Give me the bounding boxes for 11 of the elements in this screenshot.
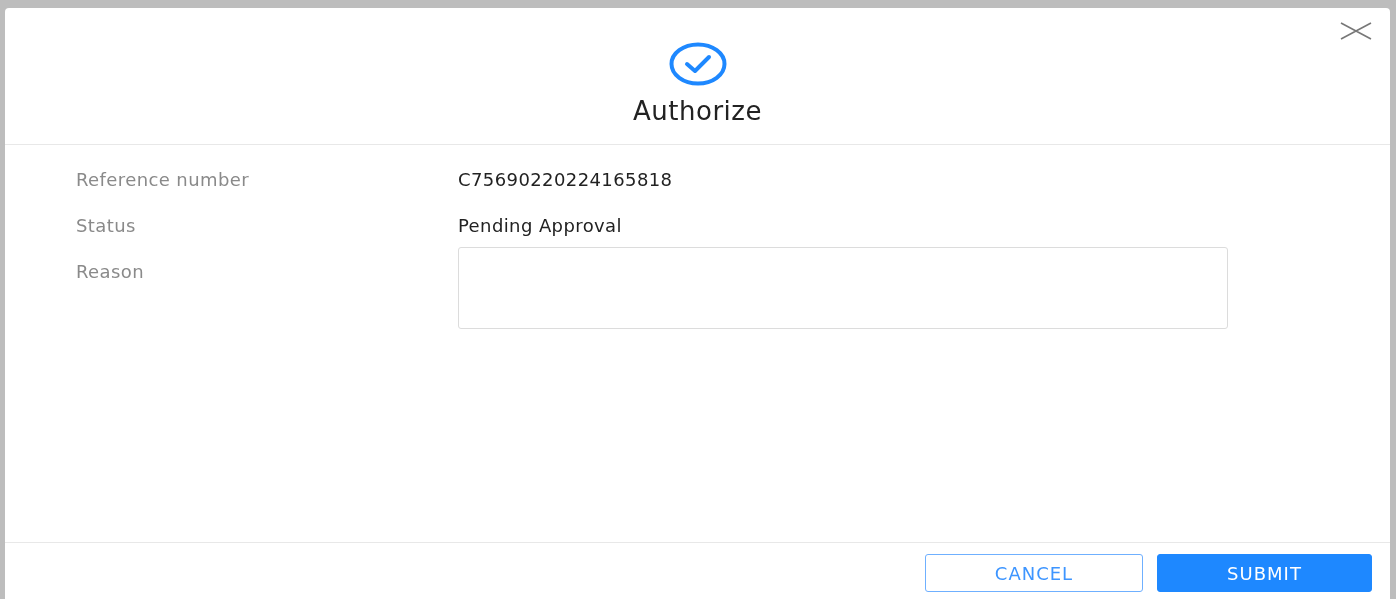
- cancel-button[interactable]: CANCEL: [925, 554, 1143, 592]
- field-value: Pending Approval: [458, 215, 622, 236]
- dialog-title: Authorize: [633, 96, 762, 126]
- field-label: Reason: [76, 261, 145, 282]
- field-label: Reference number: [76, 169, 250, 190]
- field-value: C75690220224165818: [458, 169, 673, 190]
- close-icon[interactable]: [1340, 22, 1372, 40]
- submit-button[interactable]: SUBMIT: [1157, 554, 1372, 592]
- field-label: Status: [76, 215, 137, 236]
- check-circle-icon: [668, 42, 727, 86]
- reason-field[interactable]: [458, 247, 1228, 329]
